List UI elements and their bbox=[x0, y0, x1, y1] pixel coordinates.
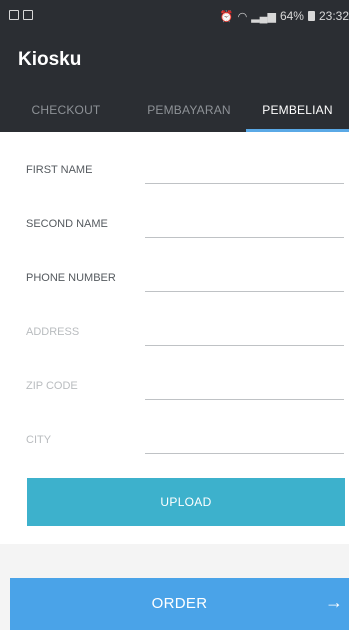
phone-number-field[interactable] bbox=[145, 291, 344, 292]
city-row: CITY bbox=[0, 407, 349, 461]
app-bar: Kiosku bbox=[0, 34, 349, 88]
order-button[interactable]: ORDER → bbox=[10, 578, 349, 630]
gallery-icon bbox=[23, 10, 33, 20]
image-icon bbox=[9, 10, 19, 20]
upload-button[interactable]: UPLOAD bbox=[27, 478, 345, 526]
status-notifications bbox=[9, 10, 33, 20]
second-name-label: SECOND NAME bbox=[26, 218, 108, 230]
app-title: Kiosku bbox=[18, 49, 82, 70]
second-name-row: SECOND NAME bbox=[0, 191, 349, 245]
first-name-field[interactable] bbox=[145, 183, 344, 184]
status-system: ⏰ ◠ ▂▄▆ 64% 23:32 bbox=[220, 9, 349, 23]
zip-code-row: ZIP CODE bbox=[0, 353, 349, 407]
zip-code-field[interactable] bbox=[145, 399, 344, 400]
phone-number-row: PHONE NUMBER bbox=[0, 245, 349, 299]
zip-code-label: ZIP CODE bbox=[26, 380, 78, 392]
address-field[interactable] bbox=[145, 345, 344, 346]
first-name-row: FIRST NAME bbox=[0, 137, 349, 191]
tab-checkout[interactable]: CHECKOUT bbox=[0, 88, 132, 132]
status-bar: ⏰ ◠ ▂▄▆ 64% 23:32 bbox=[0, 0, 349, 34]
signal-icon: ▂▄▆ bbox=[251, 10, 276, 23]
order-label: ORDER bbox=[151, 595, 208, 612]
tab-pembelian[interactable]: PEMBELIAN bbox=[246, 88, 349, 132]
clock: 23:32 bbox=[318, 9, 349, 23]
alarm-icon: ⏰ bbox=[219, 10, 234, 23]
battery-icon bbox=[307, 11, 315, 21]
phone-number-label: PHONE NUMBER bbox=[26, 272, 116, 284]
tab-bar: CHECKOUT PEMBAYARAN PEMBELIAN bbox=[0, 88, 349, 132]
city-label: CITY bbox=[26, 434, 52, 446]
address-row: ADDRESS bbox=[0, 299, 349, 353]
wifi-icon: ◠ bbox=[237, 10, 248, 23]
battery-percent: 64% bbox=[279, 9, 304, 23]
tab-pembayaran[interactable]: PEMBAYARAN bbox=[132, 88, 246, 132]
city-field[interactable] bbox=[145, 453, 344, 454]
address-label: ADDRESS bbox=[26, 326, 80, 338]
second-name-field[interactable] bbox=[145, 237, 344, 238]
first-name-label: FIRST NAME bbox=[26, 164, 93, 176]
arrow-right-icon: → bbox=[325, 592, 343, 612]
